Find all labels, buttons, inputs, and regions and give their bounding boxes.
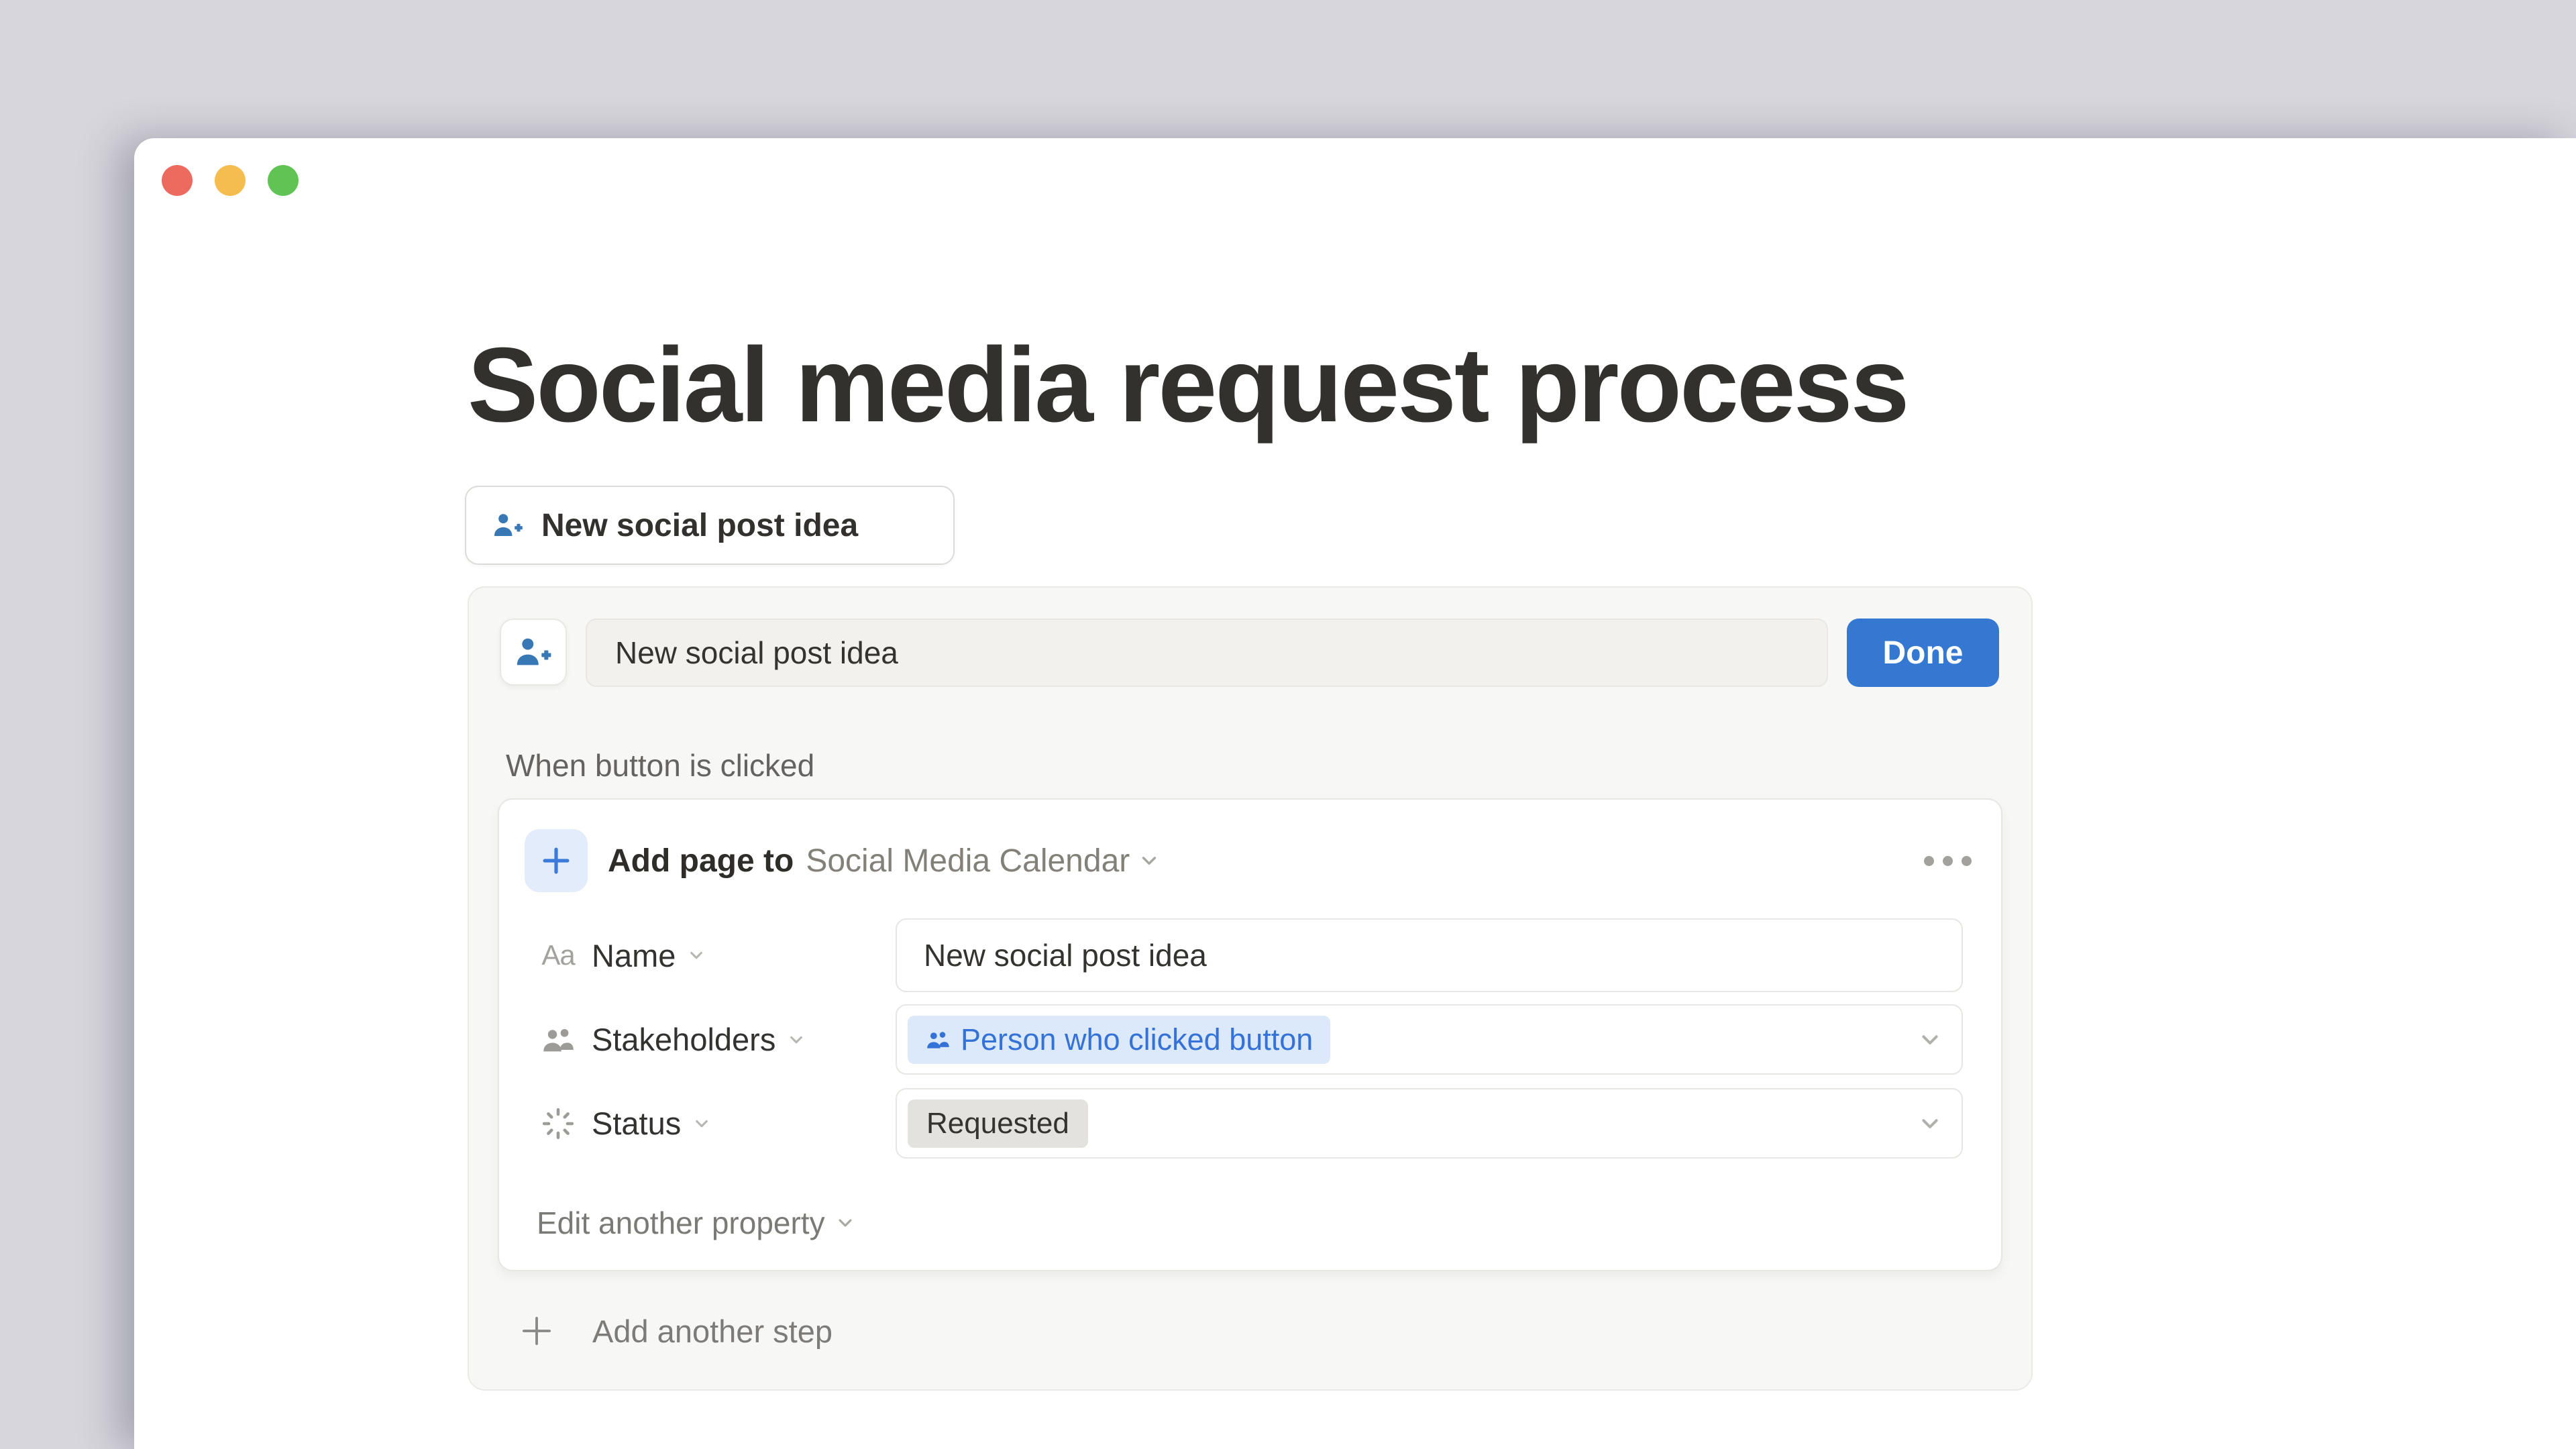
property-row-stakeholders: Stakeholders Person who [537,1004,1963,1075]
chevron-down-icon [788,1031,805,1049]
close-window-button[interactable] [162,165,193,196]
done-button[interactable]: Done [1847,619,1999,687]
button-editor-panel: New social post idea Done When button is… [468,586,2033,1391]
step-action-label: Add page to [608,843,794,879]
person-chip-label: Person who clicked button [961,1022,1313,1057]
property-row-status: Status Requested [537,1088,1963,1159]
status-tag-chip[interactable]: Requested [908,1099,1088,1148]
name-value-input[interactable]: New social post idea [896,918,1963,992]
chevron-down-icon [1919,1112,1941,1135]
minimize-window-button[interactable] [215,165,246,196]
target-database-selector[interactable]: Social Media Calendar [806,843,1130,879]
chevron-down-icon [1139,851,1159,871]
automation-step-card: Add page to Social Media Calendar Aa [498,798,2002,1271]
person-add-icon [492,509,524,541]
person-add-icon [514,633,553,672]
property-selector-status[interactable]: Status [537,1105,896,1142]
chevron-down-icon [693,1115,710,1132]
page-title: Social media request process [468,325,1908,446]
people-icon [537,1022,580,1057]
step-header: Add page to Social Media Calendar [525,829,1974,892]
property-selector-stakeholders[interactable]: Stakeholders [537,1021,896,1058]
property-row-name: Aa Name New social post idea [537,918,1963,992]
edit-another-property-button[interactable]: Edit another property [537,1199,855,1246]
name-value: New social post idea [924,937,1207,973]
button-label: New social post idea [541,507,858,544]
property-selector-name[interactable]: Aa Name [537,937,896,974]
ellipsis-icon [1924,856,1934,866]
status-value-select[interactable]: Requested [896,1088,1963,1159]
zoom-window-button[interactable] [268,165,299,196]
step-menu-button[interactable] [1921,849,1974,873]
chevron-down-icon [1919,1028,1941,1051]
text-icon: Aa [537,939,580,971]
app-window: Social media request process New social … [134,138,2576,1449]
add-page-icon [525,829,588,892]
people-icon [925,1027,951,1053]
chevron-down-icon [836,1214,855,1232]
status-icon [537,1108,580,1140]
stakeholders-value-select[interactable]: Person who clicked button [896,1004,1963,1075]
new-social-post-idea-button[interactable]: New social post idea [465,486,955,565]
person-chip[interactable]: Person who clicked button [908,1016,1330,1064]
plus-icon [519,1313,555,1349]
button-name-input[interactable]: New social post idea [586,619,1828,687]
button-icon-picker[interactable] [500,619,567,686]
chevron-down-icon [688,947,705,964]
trigger-label: When button is clicked [506,747,814,784]
button-name-value: New social post idea [615,635,898,671]
window-controls [162,165,299,196]
add-another-step-button[interactable]: Add another step [519,1296,833,1366]
